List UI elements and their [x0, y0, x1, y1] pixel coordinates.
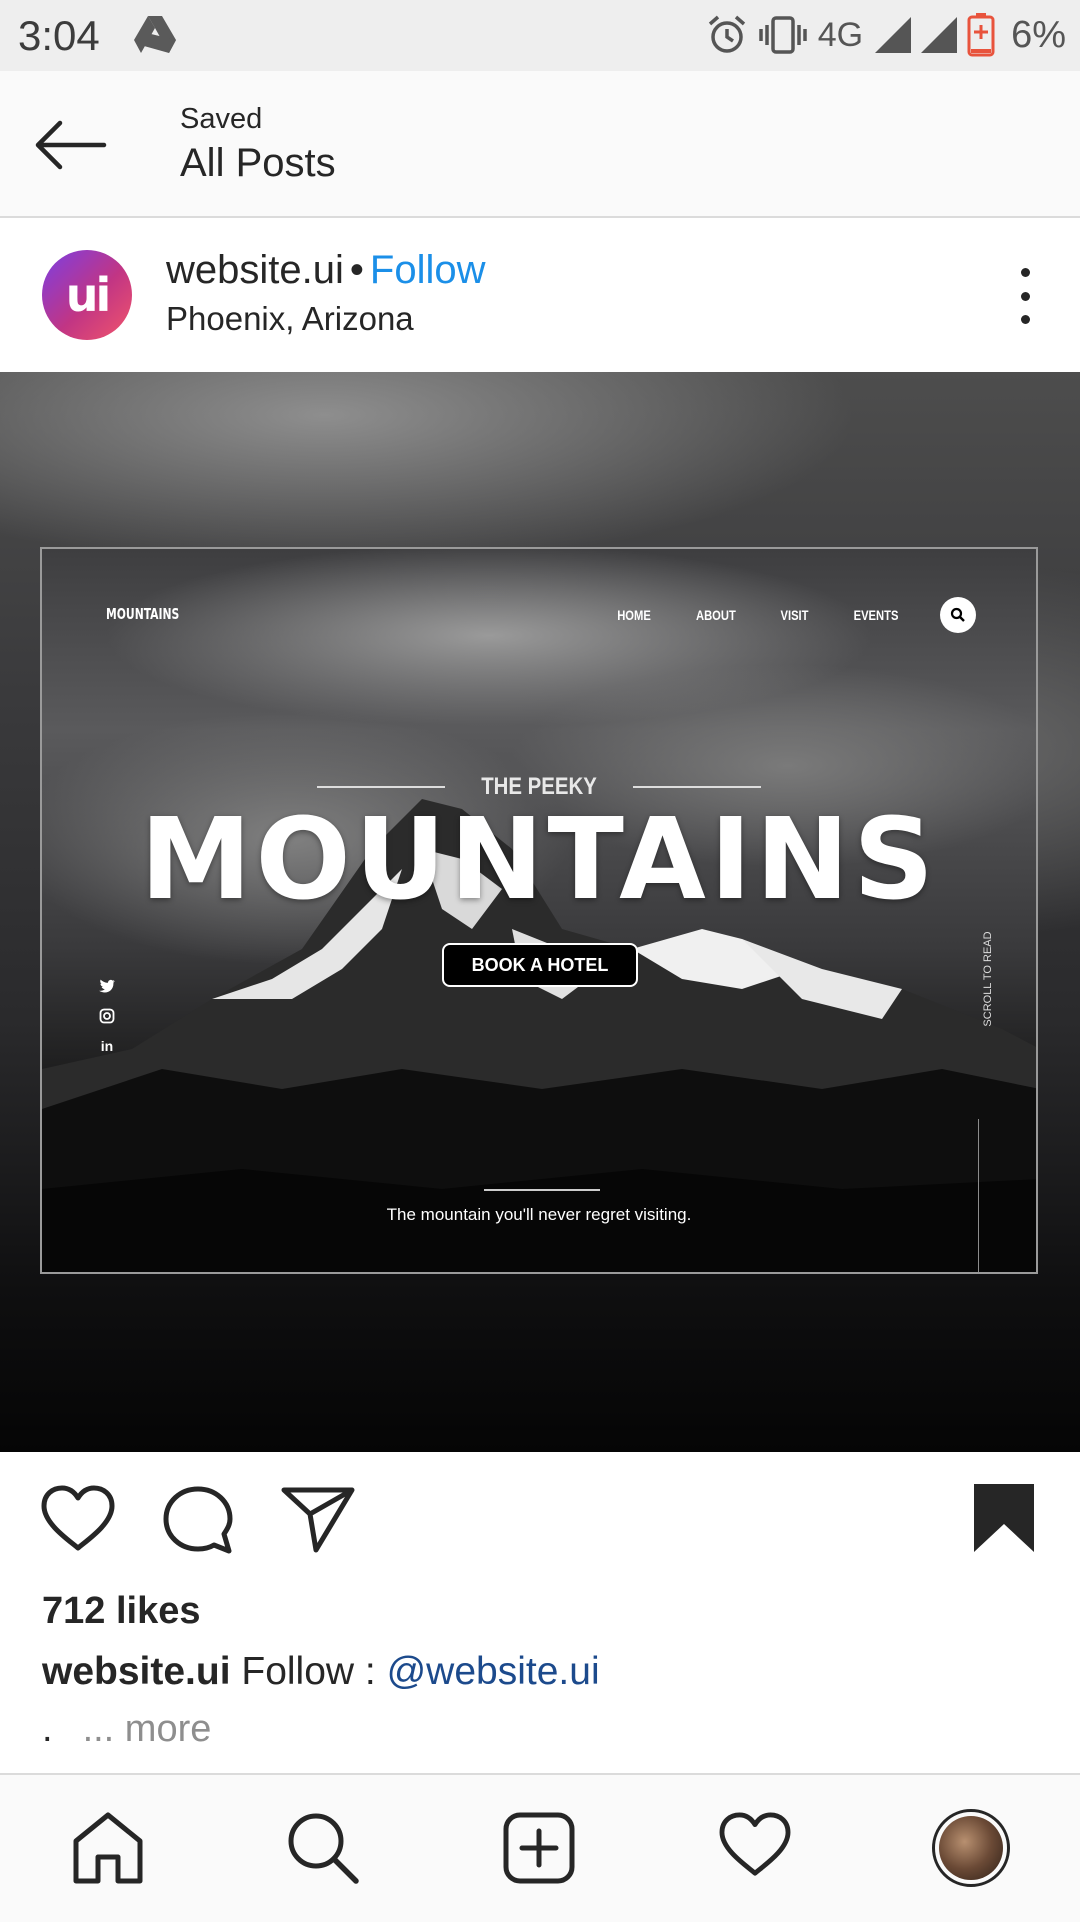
profile-avatar[interactable] [932, 1809, 1010, 1887]
status-bar: 3:04 4G 6% [0, 0, 1080, 71]
post-caption: website.ui Follow : @website.ui [42, 1650, 600, 1694]
bottom-nav [0, 1773, 1080, 1922]
instagram-icon [98, 1007, 116, 1025]
caption-text: Follow : [230, 1650, 387, 1693]
follow-button[interactable]: Follow [370, 248, 486, 292]
post-location[interactable]: Phoenix, Arizona [166, 300, 414, 338]
search-icon[interactable] [286, 1811, 360, 1885]
mockup-nav-events: EVENTS [853, 607, 899, 623]
caption-mention[interactable]: @website.ui [387, 1650, 600, 1693]
battery-icon [967, 13, 995, 57]
drive-icon [134, 16, 176, 53]
mockup-title: MOUNTAINS [140, 795, 938, 925]
twitter-icon [98, 977, 116, 995]
avatar[interactable]: ui [42, 250, 132, 340]
mockup-logo: MOUNTAINS [106, 605, 180, 623]
separator-dot: • [349, 248, 364, 292]
likes-count[interactable]: 712 likes [42, 1590, 200, 1633]
more-options-icon[interactable] [1010, 268, 1040, 324]
mockup-scroll-label: SCROLL TO READ [982, 931, 994, 1027]
username-line: website.ui • Follow [166, 248, 485, 293]
mockup-nav-visit: VISIT [780, 607, 809, 623]
status-icons: 4G 6% [706, 10, 1066, 60]
profile-picture [939, 1816, 1003, 1880]
mockup-scroll-line [978, 1119, 979, 1272]
page-title: All Posts [180, 141, 336, 185]
like-heart-icon[interactable] [40, 1484, 116, 1554]
status-time: 3:04 [18, 12, 100, 59]
post-username[interactable]: website.ui [166, 248, 344, 292]
header-subtitle: Saved [180, 103, 263, 135]
mockup-nav-home: HOME [617, 607, 651, 623]
vibrate-icon [758, 16, 807, 54]
avatar-logo: ui [65, 268, 111, 322]
mockup-social: in [98, 977, 116, 1055]
home-icon[interactable] [72, 1811, 144, 1885]
caption-more: . ... more [42, 1708, 211, 1751]
mockup-tagline: The mountain you'll never regret visitin… [386, 1205, 692, 1224]
add-post-icon[interactable] [502, 1811, 576, 1885]
saved-bookmark-icon[interactable] [972, 1482, 1036, 1554]
signal-icon [921, 17, 958, 53]
more-link[interactable]: ... more [83, 1708, 212, 1750]
linkedin-icon: in [100, 1038, 114, 1054]
website-mockup: MOUNTAINS HOME ABOUT VISIT EVENTS THE PE… [40, 547, 1038, 1274]
network-type: 4G [817, 15, 864, 54]
caption-username[interactable]: website.ui [42, 1650, 231, 1693]
post-header: ui website.ui • Follow Phoenix, Arizona [0, 218, 1080, 370]
mockup-divider [484, 1189, 600, 1191]
mockup-nav-about: ABOUT [696, 607, 736, 623]
saved-header: Saved All Posts [0, 71, 1080, 218]
back-arrow-icon[interactable] [30, 115, 110, 175]
caption-dot: . [42, 1708, 53, 1750]
alarm-icon [708, 15, 745, 53]
mockup-search-icon [940, 597, 976, 633]
activity-heart-icon[interactable] [718, 1811, 792, 1879]
post-actions [0, 1452, 1080, 1592]
post-image[interactable]: MOUNTAINS HOME ABOUT VISIT EVENTS THE PE… [0, 372, 1080, 1452]
comment-icon[interactable] [162, 1484, 234, 1556]
battery-percent: 6% [1011, 13, 1066, 56]
mockup-nav: HOME ABOUT VISIT EVENTS [613, 597, 976, 633]
mockup-book-button: BOOK A HOTEL [442, 943, 638, 987]
share-direct-icon[interactable] [280, 1484, 358, 1554]
signal-icon [875, 17, 912, 53]
